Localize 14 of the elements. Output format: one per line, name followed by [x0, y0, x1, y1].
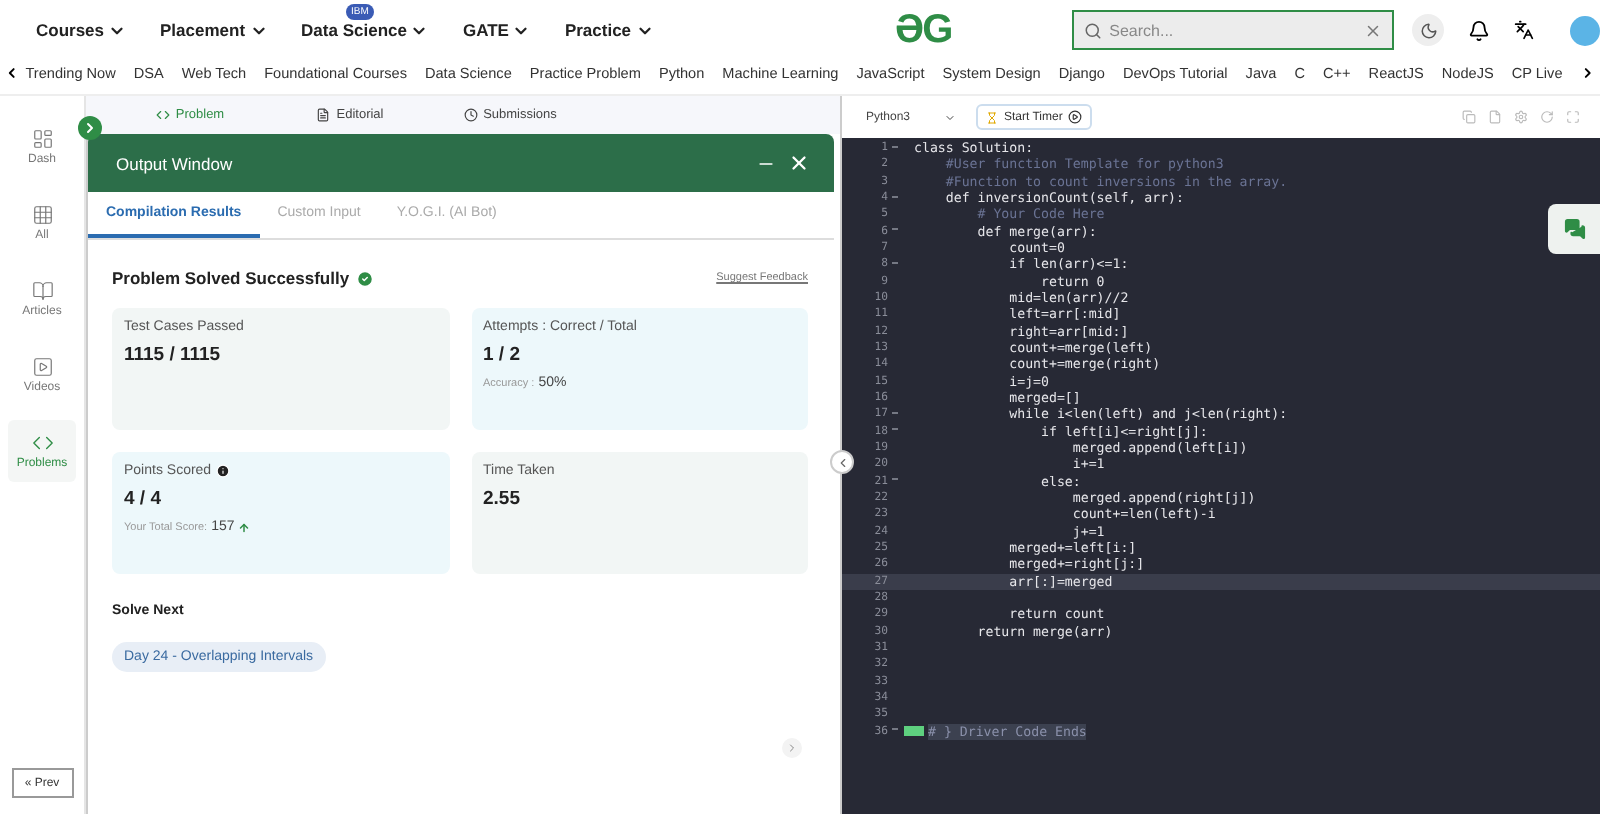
- nav-menu[interactable]: GATE: [462, 20, 531, 40]
- status-heading: Problem Solved Successfully: [112, 268, 350, 288]
- search-input[interactable]: Search...: [1109, 21, 1356, 39]
- search-field[interactable]: Search...: [1071, 10, 1394, 50]
- site-logo[interactable]: ƏG: [895, 7, 952, 53]
- nav-menu[interactable]: Practice: [564, 20, 654, 40]
- card-value: 2.55: [483, 488, 522, 510]
- nav-menu[interactable]: Courses: [36, 20, 127, 40]
- card-value: 1 / 2: [483, 344, 522, 366]
- card-value: 4 / 4: [124, 488, 163, 510]
- card-value: 1115 / 1115: [124, 344, 223, 366]
- nav-menu[interactable]: Data Science: [301, 20, 429, 40]
- window-title: Output Window: [116, 153, 235, 173]
- nav-menu[interactable]: Placement: [160, 20, 268, 40]
